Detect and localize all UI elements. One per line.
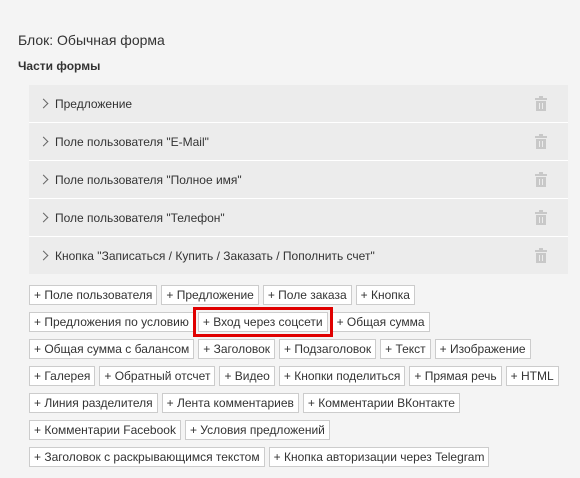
chevron-right-icon[interactable] xyxy=(38,98,49,109)
trash-icon[interactable] xyxy=(535,210,547,225)
add-text-button[interactable]: + Текст xyxy=(380,339,431,359)
form-part-row[interactable]: Поле пользователя "Телефон" xyxy=(29,199,568,237)
form-part-row[interactable]: Предложение xyxy=(29,85,568,123)
add-image-button[interactable]: + Изображение xyxy=(434,339,531,359)
add-facebook-comments-button[interactable]: + Комментарии Facebook xyxy=(29,420,181,440)
form-part-row[interactable]: Поле пользователя "Полное имя" xyxy=(29,161,568,199)
form-part-label: Поле пользователя "Полное имя" xyxy=(55,172,242,187)
add-social-login-button[interactable]: + Вход через соцсети xyxy=(192,307,333,337)
add-heading-button[interactable]: + Заголовок xyxy=(198,339,276,359)
add-html-button[interactable]: + HTML xyxy=(505,366,559,386)
add-telegram-auth-button[interactable]: + Кнопка авторизации через Telegram xyxy=(268,447,490,467)
trash-icon[interactable] xyxy=(535,134,547,149)
add-part-buttons: + Поле пользователя + Предложение + Поле… xyxy=(29,285,574,474)
add-share-buttons-button[interactable]: + Кнопки поделиться xyxy=(278,366,406,386)
form-part-label: Предложение xyxy=(55,96,133,111)
chevron-right-icon[interactable] xyxy=(38,250,49,261)
add-total-sum-button[interactable]: + Общая сумма xyxy=(331,312,430,332)
add-quote-button[interactable]: + Прямая речь xyxy=(409,366,502,386)
add-offer-conditions-button[interactable]: + Условия предложений xyxy=(184,420,330,440)
add-conditional-offers-button[interactable]: + Предложения по условию xyxy=(29,312,194,332)
add-gallery-button[interactable]: + Галерея xyxy=(29,366,96,386)
add-video-button[interactable]: + Видео xyxy=(219,366,275,386)
form-part-label: Поле пользователя "E-Mail" xyxy=(55,134,209,149)
add-vk-comments-button[interactable]: + Комментарии ВКонтакте xyxy=(302,393,460,413)
parts-section-label: Части формы xyxy=(18,59,101,73)
chevron-right-icon[interactable] xyxy=(38,174,49,185)
add-buttons-row: + Заголовок с раскрывающимся текстом + К… xyxy=(29,447,574,467)
add-buttons-row: + Общая сумма с балансом + Заголовок + П… xyxy=(29,339,574,359)
add-buttons-row: + Предложения по условию + Вход через со… xyxy=(29,307,574,337)
form-parts-list: Предложение Поле пользователя "E-Mail" П… xyxy=(29,85,568,274)
add-divider-button[interactable]: + Линия разделителя xyxy=(29,393,158,413)
form-part-row[interactable]: Кнопка "Записаться / Купить / Заказать /… xyxy=(29,237,568,274)
chevron-right-icon[interactable] xyxy=(38,136,49,147)
add-buttons-row: + Галерея + Обратный отсчет + Видео + Кн… xyxy=(29,366,574,386)
trash-icon[interactable] xyxy=(535,172,547,187)
form-part-row[interactable]: Поле пользователя "E-Mail" xyxy=(29,123,568,161)
add-buttons-row: + Комментарии Facebook + Условия предлож… xyxy=(29,420,574,440)
form-part-label: Кнопка "Записаться / Купить / Заказать /… xyxy=(55,248,375,263)
block-title: Блок: Обычная форма xyxy=(18,32,165,48)
add-total-with-balance-button[interactable]: + Общая сумма с балансом xyxy=(29,339,195,359)
add-buttons-row: + Поле пользователя + Предложение + Поле… xyxy=(29,285,574,305)
add-countdown-button[interactable]: + Обратный отсчет xyxy=(99,366,216,386)
form-part-label: Поле пользователя "Телефон" xyxy=(55,210,225,225)
add-order-field-button[interactable]: + Поле заказа xyxy=(262,285,352,305)
trash-icon[interactable] xyxy=(535,248,547,263)
add-subheading-button[interactable]: + Подзаголовок xyxy=(279,339,377,359)
add-buttons-row: + Линия разделителя + Лента комментариев… xyxy=(29,393,574,413)
add-button-button[interactable]: + Кнопка xyxy=(355,285,415,305)
add-collapsible-heading-button[interactable]: + Заголовок с раскрывающимся текстом xyxy=(29,447,265,467)
chevron-right-icon[interactable] xyxy=(38,212,49,223)
add-user-field-button[interactable]: + Поле пользователя xyxy=(29,285,158,305)
trash-icon[interactable] xyxy=(535,96,547,111)
add-comments-feed-button[interactable]: + Лента комментариев xyxy=(161,393,299,413)
add-offer-button[interactable]: + Предложение xyxy=(161,285,259,305)
